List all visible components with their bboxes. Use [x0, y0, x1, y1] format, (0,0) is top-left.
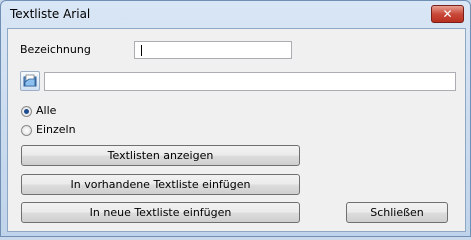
close-icon[interactable]: ✕ — [431, 5, 464, 23]
insert-new-textlist-button[interactable]: In neue Textliste einfügen — [21, 202, 300, 223]
bezeichnung-label: Bezeichnung — [20, 43, 91, 56]
close-button[interactable]: Schließen — [346, 202, 448, 223]
window-title: Textliste Arial — [10, 7, 91, 21]
radio-alle[interactable] — [21, 106, 32, 117]
browse-button[interactable] — [20, 71, 40, 91]
show-textlists-button[interactable]: Textlisten anzeigen — [21, 145, 300, 166]
title-bar[interactable]: Textliste Arial ✕ — [1, 1, 470, 28]
text-caret — [141, 45, 142, 56]
radio-selected-dot — [24, 109, 29, 114]
dialog-window: Textliste Arial ✕ Bezeichnung Alle Einze… — [0, 0, 471, 237]
dialog-body: Bezeichnung Alle Einzeln Textlisten anze… — [7, 28, 466, 232]
radio-alle-label: Alle — [36, 104, 57, 117]
radio-einzeln[interactable] — [21, 125, 32, 136]
bezeichnung-input[interactable] — [134, 41, 292, 59]
insert-existing-textlist-button[interactable]: In vorhandene Textliste einfügen — [21, 174, 300, 195]
path-input[interactable] — [44, 72, 456, 91]
radio-einzeln-label: Einzeln — [36, 123, 76, 136]
folder-browse-icon — [23, 74, 37, 87]
